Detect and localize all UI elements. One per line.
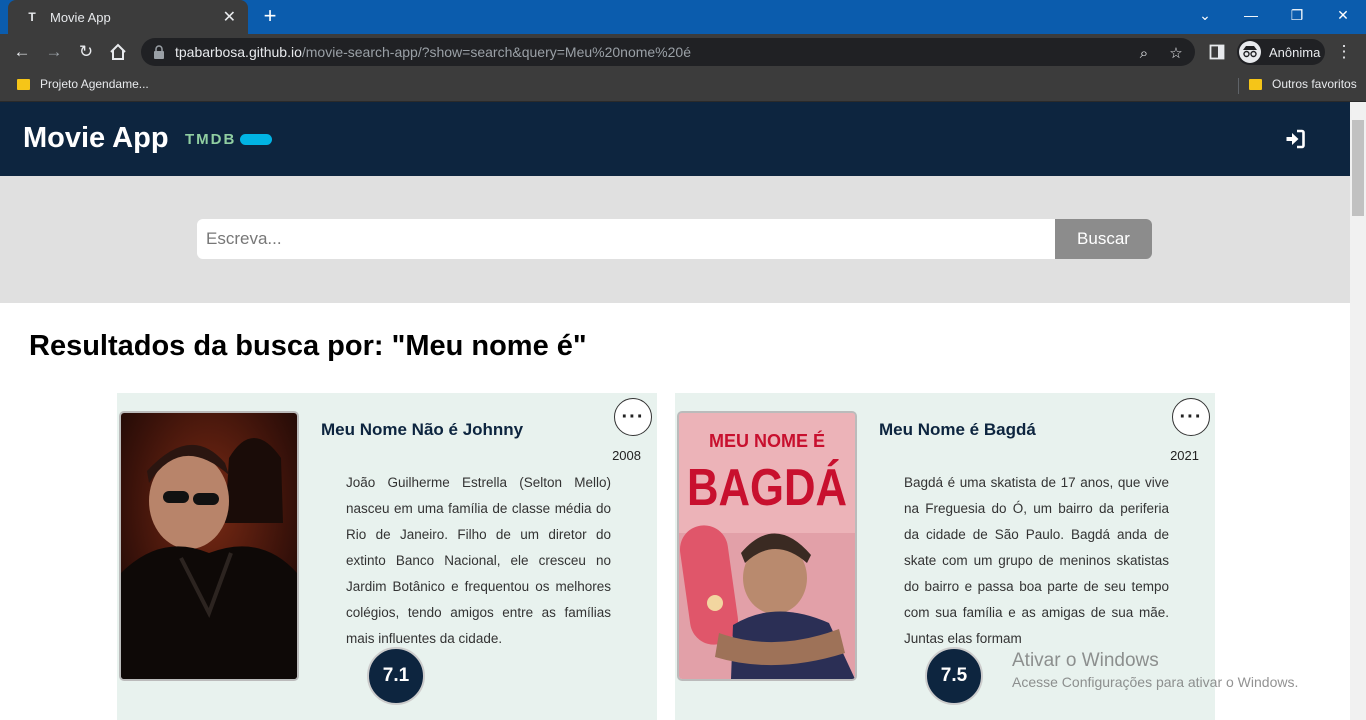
lock-icon [154,45,164,59]
more-options-button[interactable]: ··· [614,398,652,436]
page-viewport: Movie App TMDB Buscar Resultados da busc… [0,102,1350,720]
windows-activation-watermark: Ativar o Windows Acesse Configurações pa… [1012,650,1298,690]
movie-title[interactable]: Meu Nome é Bagdá [879,420,1036,440]
rating-badge: 7.1 [367,647,425,705]
bookmarks-bar: Projeto Agendame... Outros favoritos [0,70,1366,102]
watermark-subtitle: Acesse Configurações para ativar o Windo… [1012,674,1299,690]
browser-tab[interactable]: T Movie App ✕ [8,0,248,34]
tab-favicon-icon: T [28,10,36,24]
app-title[interactable]: Movie App [23,122,169,155]
minimize-button[interactable]: — [1228,0,1274,30]
tmdb-logo: TMDB [185,131,273,148]
movie-poster[interactable]: MEU NOME É BAGDÁ [677,411,857,681]
folder-icon [1249,78,1262,90]
incognito-profile-button[interactable]: Anônima [1237,39,1325,65]
side-panel-icon[interactable] [1205,40,1229,64]
login-icon[interactable] [1284,128,1306,150]
movie-year: 2021 [1170,448,1199,463]
tmdb-pill-icon [240,134,273,145]
reload-icon[interactable]: ↻ [74,40,98,64]
restore-button[interactable]: ❐ [1274,0,1320,30]
scrollbar-thumb[interactable] [1352,120,1364,216]
bookmark-label: Projeto Agendame... [40,77,149,91]
movie-title[interactable]: Meu Nome Não é Johnny [321,420,523,440]
bookmark-star-icon[interactable]: ☆ [1167,44,1185,62]
tab-title: Movie App [50,9,111,25]
back-icon[interactable]: ← [10,40,34,64]
movie-card[interactable]: ··· Meu Nome Não é Johnny 2008 João Guil… [117,393,657,720]
bookmark-label: Outros favoritos [1272,77,1357,91]
search-button[interactable]: Buscar [1055,219,1152,259]
bookmark-item[interactable]: Projeto Agendame... [17,77,149,91]
tab-search-icon[interactable]: ⌄ [1182,0,1228,30]
url-host: tpabarbosa.github.io [175,44,302,60]
app-header: Movie App TMDB [0,102,1350,176]
menu-icon[interactable]: ⋮ [1332,40,1356,64]
more-options-button[interactable]: ··· [1172,398,1210,436]
close-tab-icon[interactable]: ✕ [223,7,236,27]
new-tab-button[interactable]: + [258,4,282,28]
search-section: Buscar [0,176,1350,303]
incognito-icon [1239,41,1261,63]
url-path: /movie-search-app/?show=search&query=Meu… [301,44,691,60]
tmdb-label: TMDB [185,131,237,148]
poster-subtitle: MEU NOME É [709,430,825,451]
movie-overview: João Guilherme Estrella (Selton Mello) n… [346,475,611,646]
other-bookmarks-item[interactable]: Outros favoritos [1249,77,1357,91]
forward-icon[interactable]: → [42,40,66,64]
folder-icon [17,78,30,90]
rating-badge: 7.5 [925,647,983,705]
browser-tab-bar: T Movie App ✕ + ⌄ — ❐ ✕ [0,0,1366,34]
page-scrollbar[interactable] [1350,102,1366,720]
zoom-icon[interactable]: ⌕ [1135,44,1153,62]
movie-year: 2008 [612,448,641,463]
bookmarks-divider [1238,78,1239,94]
profile-label: Anônima [1269,44,1321,60]
search-input[interactable] [197,219,1055,259]
poster-title: BAGDÁ [687,459,847,517]
movie-overview: Bagdá é uma skatista de 17 anos, que viv… [904,475,1169,646]
results-heading: Resultados da busca por: "Meu nome é" [29,330,587,362]
watermark-title: Ativar o Windows [1012,650,1159,671]
browser-toolbar: ← → ↻ tpabarbosa.github.io/movie-search-… [0,34,1366,70]
movie-poster[interactable] [119,411,299,681]
address-bar[interactable]: tpabarbosa.github.io/movie-search-app/?s… [141,38,1195,66]
home-icon[interactable] [106,40,130,64]
close-window-button[interactable]: ✕ [1320,0,1366,30]
